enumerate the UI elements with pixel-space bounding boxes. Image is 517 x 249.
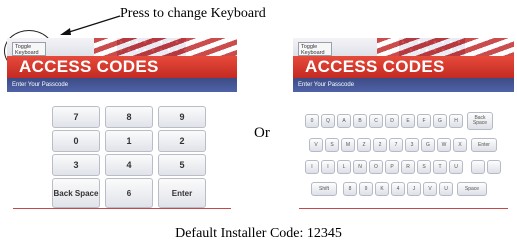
key-r1-1[interactable]: 0 bbox=[305, 114, 319, 128]
screen-title: ACCESS CODES bbox=[293, 56, 514, 78]
key-r4-6[interactable]: V bbox=[423, 182, 437, 196]
key-r1-7[interactable]: E bbox=[401, 114, 415, 128]
passcode-prompt: Enter Your Passcode bbox=[293, 78, 514, 92]
key-r2-10[interactable]: X bbox=[453, 138, 467, 152]
key-r3-7[interactable]: R bbox=[401, 160, 415, 174]
back-space-button[interactable]: Back Space bbox=[52, 178, 100, 208]
default-installer-code: Default Installer Code: 12345 bbox=[175, 226, 342, 241]
space-button[interactable]: Space bbox=[457, 182, 487, 196]
key-r2-7[interactable]: 3 bbox=[405, 138, 419, 152]
numeric-keypad-screen: Toggle Keyboard ACCESS CODES Enter Your … bbox=[7, 38, 237, 210]
shift-button[interactable]: Shift bbox=[311, 182, 337, 196]
key-r3-3[interactable]: L bbox=[337, 160, 351, 174]
bottom-divider bbox=[13, 208, 231, 209]
key-r1-4[interactable]: B bbox=[353, 114, 367, 128]
key-r4-7[interactable]: U bbox=[439, 182, 453, 196]
key-r3-10[interactable]: U bbox=[449, 160, 463, 174]
enter-button[interactable]: Enter bbox=[471, 138, 497, 152]
key-1[interactable]: 1 bbox=[105, 130, 153, 152]
key-r1-9[interactable]: G bbox=[433, 114, 447, 128]
key-9[interactable]: 9 bbox=[158, 106, 206, 128]
key-r3-1[interactable]: I bbox=[305, 160, 319, 174]
key-r1-6[interactable]: D bbox=[385, 114, 399, 128]
key-r1-2[interactable]: Q bbox=[321, 114, 335, 128]
key-4[interactable]: 4 bbox=[105, 154, 153, 176]
key-0[interactable]: 0 bbox=[52, 130, 100, 152]
key-r2-4[interactable]: Z bbox=[357, 138, 371, 152]
enter-button[interactable]: Enter bbox=[158, 178, 206, 208]
key-r2-9[interactable]: W bbox=[437, 138, 451, 152]
callout-arrow-icon bbox=[60, 15, 121, 35]
key-r4-1[interactable]: 8 bbox=[343, 182, 357, 196]
or-separator: Or bbox=[254, 125, 270, 141]
key-r4-3[interactable]: K bbox=[375, 182, 389, 196]
key-5[interactable]: 5 bbox=[158, 154, 206, 176]
key-r3-4[interactable]: N bbox=[353, 160, 367, 174]
key-r3-12[interactable] bbox=[487, 160, 501, 174]
key-r4-4[interactable]: 4 bbox=[391, 182, 405, 196]
key-8[interactable]: 8 bbox=[105, 106, 153, 128]
key-6[interactable]: 6 bbox=[105, 178, 153, 208]
passcode-prompt: Enter Your Passcode bbox=[7, 78, 237, 92]
key-r4-2[interactable]: 9 bbox=[359, 182, 373, 196]
back-space-button[interactable]: Back Space bbox=[467, 112, 493, 130]
key-r2-3[interactable]: M bbox=[341, 138, 355, 152]
key-r3-8[interactable]: S bbox=[417, 160, 431, 174]
alpha-keyboard: 0 Q A B C D E F G H Back Space V S M Z 2… bbox=[299, 112, 509, 202]
bottom-divider bbox=[299, 208, 508, 209]
key-r1-8[interactable]: F bbox=[417, 114, 431, 128]
key-r3-6[interactable]: P bbox=[385, 160, 399, 174]
key-r1-3[interactable]: A bbox=[337, 114, 351, 128]
toggle-keyboard-button[interactable]: Toggle Keyboard bbox=[298, 42, 332, 56]
screen-title: ACCESS CODES bbox=[7, 56, 237, 78]
alpha-keyboard-screen: Toggle Keyboard ACCESS CODES Enter Your … bbox=[293, 38, 514, 210]
key-r1-5[interactable]: C bbox=[369, 114, 383, 128]
key-r1-10[interactable]: H bbox=[449, 114, 463, 128]
key-r2-6[interactable]: 7 bbox=[389, 138, 403, 152]
key-r2-1[interactable]: V bbox=[309, 138, 323, 152]
key-2[interactable]: 2 bbox=[158, 130, 206, 152]
key-r3-11[interactable] bbox=[471, 160, 485, 174]
key-r2-5[interactable]: 2 bbox=[373, 138, 387, 152]
key-r2-8[interactable]: G bbox=[421, 138, 435, 152]
key-7[interactable]: 7 bbox=[52, 106, 100, 128]
callout-text: Press to change Keyboard bbox=[120, 6, 266, 21]
key-3[interactable]: 3 bbox=[52, 154, 100, 176]
key-r2-2[interactable]: S bbox=[325, 138, 339, 152]
key-r3-2[interactable]: I bbox=[321, 160, 335, 174]
key-r3-9[interactable]: T bbox=[433, 160, 447, 174]
key-r4-5[interactable]: J bbox=[407, 182, 421, 196]
key-r3-5[interactable]: O bbox=[369, 160, 383, 174]
toggle-keyboard-button[interactable]: Toggle Keyboard bbox=[12, 42, 46, 56]
